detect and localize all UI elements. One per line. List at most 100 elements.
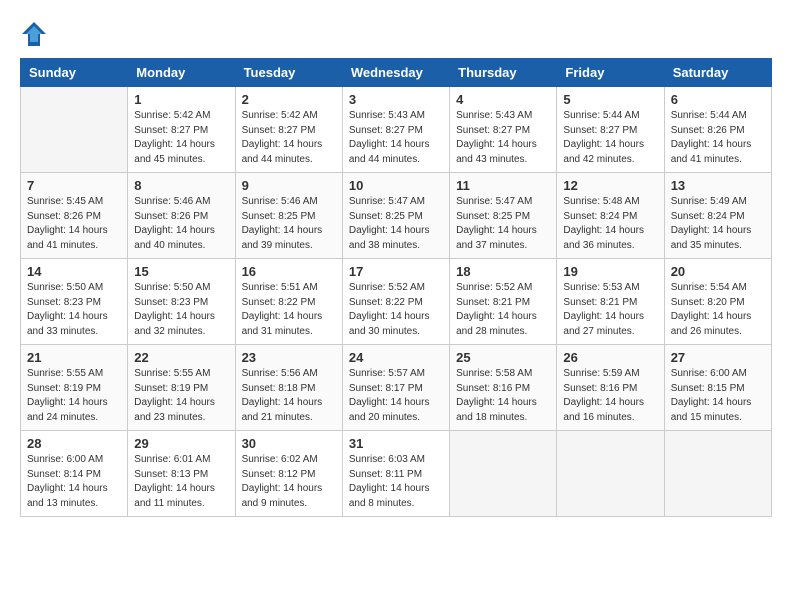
- day-cell: 22 Sunrise: 5:55 AM Sunset: 8:19 PM Dayli…: [128, 345, 235, 431]
- day-cell: 9 Sunrise: 5:46 AM Sunset: 8:25 PM Daylig…: [235, 173, 342, 259]
- day-cell: 19 Sunrise: 5:53 AM Sunset: 8:21 PM Dayli…: [557, 259, 664, 345]
- day-number: 14: [27, 264, 121, 279]
- day-cell: 25 Sunrise: 5:58 AM Sunset: 8:16 PM Dayli…: [450, 345, 557, 431]
- day-cell: [557, 431, 664, 517]
- day-number: 18: [456, 264, 550, 279]
- day-cell: 31 Sunrise: 6:03 AM Sunset: 8:11 PM Dayli…: [342, 431, 449, 517]
- day-info: Sunrise: 6:00 AM Sunset: 8:15 PM Dayligh…: [671, 367, 765, 425]
- day-info: Sunrise: 6:01 AM Sunset: 8:13 PM Dayligh…: [134, 453, 228, 511]
- day-number: 27: [671, 350, 765, 365]
- header: [20, 20, 772, 48]
- week-row-3: 14 Sunrise: 5:50 AM Sunset: 8:23 PM Dayli…: [21, 259, 772, 345]
- day-info: Sunrise: 5:56 AM Sunset: 8:18 PM Dayligh…: [242, 367, 336, 425]
- day-number: 19: [563, 264, 657, 279]
- day-number: 1: [134, 92, 228, 107]
- day-info: Sunrise: 5:43 AM Sunset: 8:27 PM Dayligh…: [456, 109, 550, 167]
- day-info: Sunrise: 5:52 AM Sunset: 8:22 PM Dayligh…: [349, 281, 443, 339]
- day-number: 2: [242, 92, 336, 107]
- day-info: Sunrise: 5:42 AM Sunset: 8:27 PM Dayligh…: [134, 109, 228, 167]
- day-info: Sunrise: 5:43 AM Sunset: 8:27 PM Dayligh…: [349, 109, 443, 167]
- day-info: Sunrise: 5:54 AM Sunset: 8:20 PM Dayligh…: [671, 281, 765, 339]
- day-cell: 21Sunrise: 5:55 AM Sunset: 8:19 PM Dayli…: [21, 345, 128, 431]
- day-info: Sunrise: 5:51 AM Sunset: 8:22 PM Dayligh…: [242, 281, 336, 339]
- day-info: Sunrise: 6:00 AM Sunset: 8:14 PM Dayligh…: [27, 453, 121, 511]
- day-number: 31: [349, 436, 443, 451]
- day-cell: 4 Sunrise: 5:43 AM Sunset: 8:27 PM Daylig…: [450, 87, 557, 173]
- day-cell: 23Sunrise: 5:56 AM Sunset: 8:18 PM Dayli…: [235, 345, 342, 431]
- day-cell: 15 Sunrise: 5:50 AM Sunset: 8:23 PM Dayli…: [128, 259, 235, 345]
- day-cell: 2 Sunrise: 5:42 AM Sunset: 8:27 PM Daylig…: [235, 87, 342, 173]
- day-info: Sunrise: 5:55 AM Sunset: 8:19 PM Dayligh…: [134, 367, 228, 425]
- day-number: 7: [27, 178, 121, 193]
- day-number: 17: [349, 264, 443, 279]
- day-cell: 12 Sunrise: 5:48 AM Sunset: 8:24 PM Dayli…: [557, 173, 664, 259]
- header-cell-saturday: Saturday: [664, 59, 771, 87]
- day-cell: [21, 87, 128, 173]
- day-number: 8: [134, 178, 228, 193]
- day-info: Sunrise: 5:53 AM Sunset: 8:21 PM Dayligh…: [563, 281, 657, 339]
- header-cell-tuesday: Tuesday: [235, 59, 342, 87]
- day-cell: 6 Sunrise: 5:44 AM Sunset: 8:26 PM Daylig…: [664, 87, 771, 173]
- day-number: 24: [349, 350, 443, 365]
- day-info: Sunrise: 6:03 AM Sunset: 8:11 PM Dayligh…: [349, 453, 443, 511]
- day-number: 25: [456, 350, 550, 365]
- day-number: 4: [456, 92, 550, 107]
- day-cell: 11Sunrise: 5:47 AM Sunset: 8:25 PM Dayli…: [450, 173, 557, 259]
- calendar-table: SundayMondayTuesdayWednesdayThursdayFrid…: [20, 58, 772, 517]
- day-cell: 17 Sunrise: 5:52 AM Sunset: 8:22 PM Dayli…: [342, 259, 449, 345]
- day-info: Sunrise: 5:50 AM Sunset: 8:23 PM Dayligh…: [27, 281, 121, 339]
- day-cell: 16 Sunrise: 5:51 AM Sunset: 8:22 PM Dayli…: [235, 259, 342, 345]
- calendar-container: SundayMondayTuesdayWednesdayThursdayFrid…: [20, 20, 772, 517]
- day-number: 9: [242, 178, 336, 193]
- logo: [20, 20, 50, 48]
- logo-icon: [20, 20, 48, 48]
- day-number: 10: [349, 178, 443, 193]
- day-cell: 5 Sunrise: 5:44 AM Sunset: 8:27 PM Daylig…: [557, 87, 664, 173]
- day-info: Sunrise: 5:46 AM Sunset: 8:25 PM Dayligh…: [242, 195, 336, 253]
- day-cell: 1 Sunrise: 5:42 AM Sunset: 8:27 PM Daylig…: [128, 87, 235, 173]
- day-number: 3: [349, 92, 443, 107]
- day-number: 30: [242, 436, 336, 451]
- day-info: Sunrise: 5:45 AM Sunset: 8:26 PM Dayligh…: [27, 195, 121, 253]
- day-cell: 28Sunrise: 6:00 AM Sunset: 8:14 PM Dayli…: [21, 431, 128, 517]
- day-info: Sunrise: 5:59 AM Sunset: 8:16 PM Dayligh…: [563, 367, 657, 425]
- day-number: 29: [134, 436, 228, 451]
- day-info: Sunrise: 5:55 AM Sunset: 8:19 PM Dayligh…: [27, 367, 121, 425]
- day-cell: 29 Sunrise: 6:01 AM Sunset: 8:13 PM Dayli…: [128, 431, 235, 517]
- day-cell: [664, 431, 771, 517]
- header-cell-monday: Monday: [128, 59, 235, 87]
- day-info: Sunrise: 5:49 AM Sunset: 8:24 PM Dayligh…: [671, 195, 765, 253]
- day-info: Sunrise: 5:47 AM Sunset: 8:25 PM Dayligh…: [456, 195, 550, 253]
- day-info: Sunrise: 5:48 AM Sunset: 8:24 PM Dayligh…: [563, 195, 657, 253]
- day-cell: 13 Sunrise: 5:49 AM Sunset: 8:24 PM Dayli…: [664, 173, 771, 259]
- header-cell-wednesday: Wednesday: [342, 59, 449, 87]
- day-info: Sunrise: 5:58 AM Sunset: 8:16 PM Dayligh…: [456, 367, 550, 425]
- day-number: 13: [671, 178, 765, 193]
- day-info: Sunrise: 5:42 AM Sunset: 8:27 PM Dayligh…: [242, 109, 336, 167]
- day-cell: 3 Sunrise: 5:43 AM Sunset: 8:27 PM Daylig…: [342, 87, 449, 173]
- day-cell: 18Sunrise: 5:52 AM Sunset: 8:21 PM Dayli…: [450, 259, 557, 345]
- day-number: 12: [563, 178, 657, 193]
- header-row: SundayMondayTuesdayWednesdayThursdayFrid…: [21, 59, 772, 87]
- day-number: 16: [242, 264, 336, 279]
- header-cell-thursday: Thursday: [450, 59, 557, 87]
- day-info: Sunrise: 5:57 AM Sunset: 8:17 PM Dayligh…: [349, 367, 443, 425]
- day-cell: 14 Sunrise: 5:50 AM Sunset: 8:23 PM Dayli…: [21, 259, 128, 345]
- week-row-5: 28Sunrise: 6:00 AM Sunset: 8:14 PM Dayli…: [21, 431, 772, 517]
- day-number: 20: [671, 264, 765, 279]
- day-info: Sunrise: 6:02 AM Sunset: 8:12 PM Dayligh…: [242, 453, 336, 511]
- day-info: Sunrise: 5:46 AM Sunset: 8:26 PM Dayligh…: [134, 195, 228, 253]
- day-number: 15: [134, 264, 228, 279]
- day-info: Sunrise: 5:50 AM Sunset: 8:23 PM Dayligh…: [134, 281, 228, 339]
- day-info: Sunrise: 5:44 AM Sunset: 8:27 PM Dayligh…: [563, 109, 657, 167]
- day-number: 26: [563, 350, 657, 365]
- day-number: 6: [671, 92, 765, 107]
- day-cell: 24 Sunrise: 5:57 AM Sunset: 8:17 PM Dayli…: [342, 345, 449, 431]
- day-cell: 8 Sunrise: 5:46 AM Sunset: 8:26 PM Daylig…: [128, 173, 235, 259]
- day-number: 5: [563, 92, 657, 107]
- day-info: Sunrise: 5:44 AM Sunset: 8:26 PM Dayligh…: [671, 109, 765, 167]
- day-cell: 20 Sunrise: 5:54 AM Sunset: 8:20 PM Dayli…: [664, 259, 771, 345]
- day-number: 22: [134, 350, 228, 365]
- week-row-4: 21Sunrise: 5:55 AM Sunset: 8:19 PM Dayli…: [21, 345, 772, 431]
- day-cell: 27 Sunrise: 6:00 AM Sunset: 8:15 PM Dayli…: [664, 345, 771, 431]
